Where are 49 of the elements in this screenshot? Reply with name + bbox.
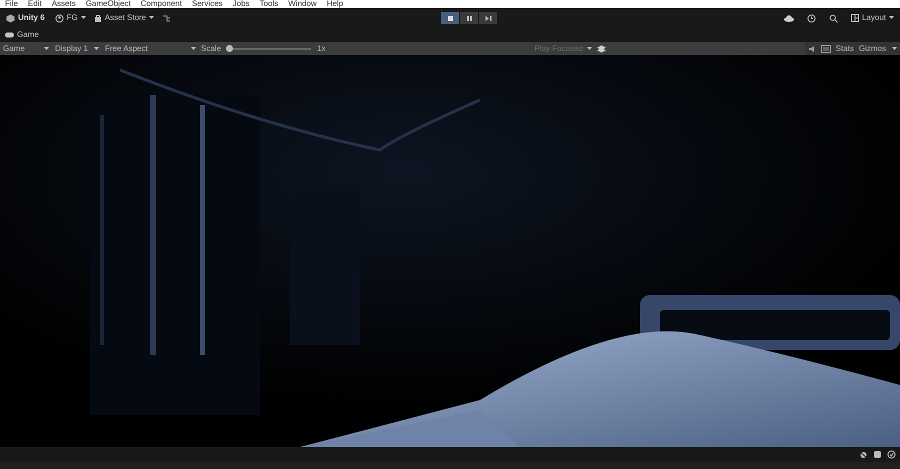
game-mode-dropdown[interactable]: Game [0, 42, 52, 55]
layout-icon [850, 14, 859, 22]
menu-item[interactable]: GameObject [86, 0, 131, 8]
caret-icon [892, 46, 897, 50]
version-control-icon[interactable] [162, 14, 172, 22]
menu-item[interactable]: Edit [28, 0, 42, 8]
caret-icon [94, 46, 99, 50]
stats-icon[interactable] [820, 44, 831, 52]
user-icon [54, 14, 64, 22]
pause-button[interactable] [460, 12, 478, 24]
history-icon[interactable] [806, 14, 816, 22]
caret-icon [149, 16, 154, 20]
menu-item[interactable]: Tools [260, 0, 278, 8]
caret-icon [587, 46, 592, 50]
scale-reading: 1x [317, 42, 326, 54]
check-circle-icon[interactable] [887, 450, 896, 459]
pause-icon [466, 14, 473, 22]
search-icon[interactable] [828, 14, 838, 22]
product-label: Unity 6 [18, 12, 45, 24]
caret-icon [191, 46, 196, 50]
cloud-icon[interactable] [784, 14, 794, 22]
scale-label: Scale [201, 42, 222, 54]
menu-item[interactable]: Assets [52, 0, 76, 8]
menu-item[interactable]: Services [192, 0, 223, 8]
stats-button[interactable]: Stats [836, 42, 854, 55]
display-dropdown[interactable]: Display 1 [52, 42, 102, 55]
gizmos-dropdown[interactable]: Gizmos [858, 42, 897, 55]
step-icon [484, 14, 492, 22]
menu-item[interactable]: Component [140, 0, 182, 8]
asset-store-dropdown[interactable]: Asset Store [94, 12, 154, 24]
caret-icon [44, 46, 49, 50]
gamepad-icon [5, 32, 14, 38]
bag-icon [94, 14, 102, 22]
step-button[interactable] [479, 12, 498, 24]
game-tab[interactable]: Game [5, 29, 39, 41]
menu-item[interactable]: Help [326, 0, 344, 8]
cube-icon [6, 14, 15, 22]
slider-thumb[interactable] [226, 44, 234, 52]
menu-item[interactable]: File [5, 0, 18, 8]
layout-dropdown[interactable]: Layout [850, 12, 894, 24]
menu-item[interactable]: Jobs [232, 0, 250, 8]
caret-icon [80, 16, 86, 20]
caret-icon [889, 16, 894, 20]
stop-icon [446, 14, 454, 22]
audio-icon[interactable] [808, 44, 816, 52]
stop-button[interactable] [441, 12, 460, 24]
aspect-dropdown[interactable]: Free Aspect [102, 42, 199, 55]
menu-item[interactable]: Window [288, 0, 317, 8]
account-dropdown[interactable]: FG [54, 12, 86, 24]
